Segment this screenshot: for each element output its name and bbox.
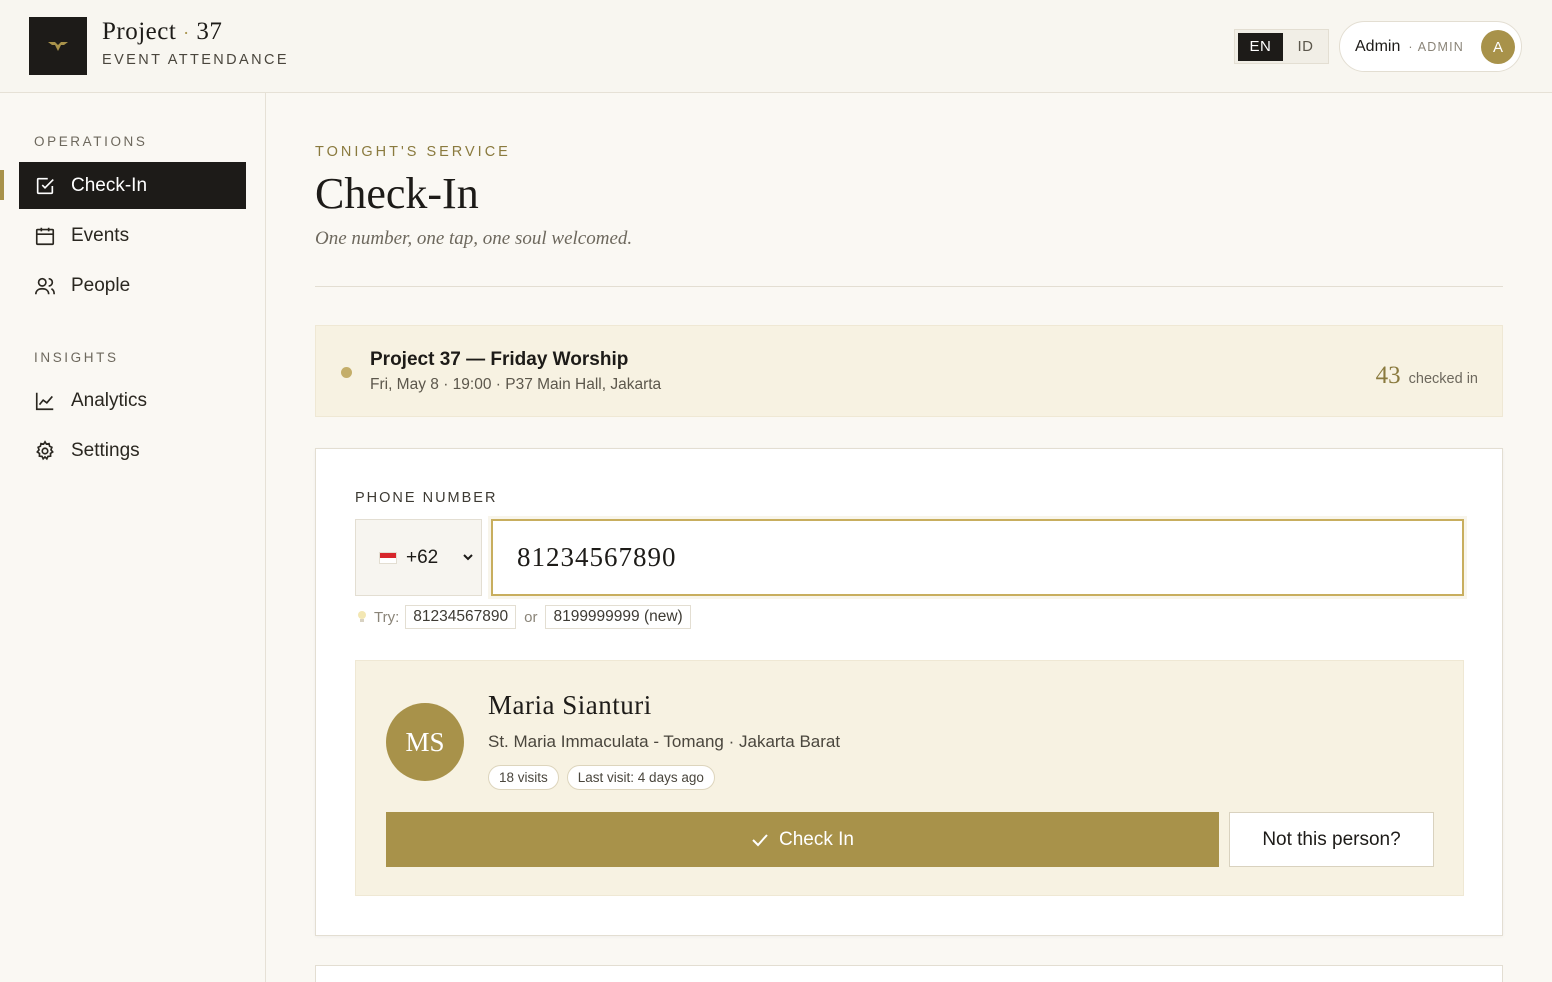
- next-section-card: [315, 965, 1503, 982]
- chart-icon: [35, 392, 54, 410]
- section-insights: INSIGHTS: [34, 350, 119, 365]
- sidebar-item-label: People: [71, 274, 131, 296]
- brand-title-number: 37: [196, 18, 223, 45]
- brand-title-text: Project: [102, 18, 177, 45]
- page-tagline: One number, one tap, one soul welcomed.: [315, 228, 633, 249]
- country-code-value: +62: [406, 546, 439, 568]
- sidebar-item-settings[interactable]: Settings: [19, 427, 246, 474]
- check-icon: [752, 833, 768, 846]
- checked-in-label: checked in: [1408, 371, 1478, 387]
- checkin-form: PHONE NUMBER +62 Try: 81234567890 or 819…: [315, 448, 1503, 936]
- person-match-card: MS Maria Sianturi St. Maria Immaculata -…: [355, 660, 1464, 896]
- phone-input[interactable]: [491, 519, 1464, 596]
- active-indicator: [0, 170, 4, 200]
- live-status-dot: [341, 367, 352, 378]
- try-hints: Try: 81234567890 or 8199999999 (new): [356, 605, 691, 629]
- checked-in-count: 43 checked in: [1376, 362, 1478, 390]
- not-this-person-button[interactable]: Not this person?: [1229, 812, 1434, 867]
- sidebar: OPERATIONS Check-In Events People INSIGH…: [0, 93, 266, 982]
- event-meta: Fri, May 8 · 19:00 · P37 Main Hall, Jaka…: [370, 376, 662, 393]
- user-menu[interactable]: Admin · ADMIN A: [1339, 21, 1522, 72]
- person-parish: St. Maria Immaculata - Tomang · Jakarta …: [488, 732, 841, 751]
- avatar: A: [1481, 30, 1515, 64]
- phone-label: PHONE NUMBER: [355, 490, 498, 506]
- page-title: Check-In: [315, 169, 479, 218]
- visits-badge: 18 visits: [488, 765, 559, 790]
- brand-title: Project · 37: [102, 18, 222, 46]
- try-or: or: [524, 608, 538, 626]
- person-avatar: MS: [386, 703, 464, 781]
- sidebar-item-label: Analytics: [71, 389, 148, 411]
- check-in-button[interactable]: Check In: [386, 812, 1219, 867]
- indonesia-flag-icon: [379, 551, 397, 564]
- sidebar-item-events[interactable]: Events: [19, 212, 246, 259]
- calendar-icon: [35, 227, 55, 245]
- sidebar-item-people[interactable]: People: [19, 262, 246, 309]
- page-eyebrow: TONIGHT'S SERVICE: [315, 144, 511, 160]
- people-icon: [35, 277, 55, 294]
- sidebar-item-label: Check-In: [71, 174, 148, 196]
- language-switcher: EN ID: [1234, 29, 1329, 64]
- gear-icon: [36, 439, 54, 460]
- sidebar-item-label: Settings: [71, 439, 140, 461]
- last-visit-badge: Last visit: 4 days ago: [566, 765, 715, 790]
- chevron-down-icon: [463, 554, 473, 561]
- try-label: Try:: [374, 608, 400, 626]
- lang-en-button[interactable]: EN: [1238, 32, 1283, 61]
- country-code-select[interactable]: +62: [355, 519, 482, 596]
- user-name: Admin: [1355, 37, 1401, 55]
- lightbulb-icon: [358, 611, 366, 622]
- logo[interactable]: [29, 17, 87, 75]
- try-example-existing[interactable]: 81234567890: [405, 605, 517, 629]
- checked-in-number: 43: [1375, 362, 1401, 389]
- brand-title-dot: ·: [183, 23, 190, 43]
- checkbox-icon: [36, 177, 54, 194]
- lang-id-button[interactable]: ID: [1286, 33, 1325, 61]
- try-example-new[interactable]: 8199999999 (new): [545, 605, 691, 629]
- top-header: Project · 37 EVENT ATTENDANCE EN ID Admi…: [0, 0, 1552, 93]
- divider: [315, 286, 1503, 287]
- person-name: Maria Sianturi: [488, 690, 652, 720]
- user-role: · ADMIN: [1408, 39, 1464, 54]
- check-in-label: Check In: [779, 828, 854, 850]
- sidebar-item-label: Events: [71, 224, 130, 246]
- event-banner: Project 37 — Friday Worship Fri, May 8 ·…: [315, 325, 1503, 417]
- person-badges: 18 visits Last visit: 4 days ago: [488, 765, 715, 790]
- brand-subtitle: EVENT ATTENDANCE: [102, 52, 289, 68]
- event-name: Project 37 — Friday Worship: [370, 349, 629, 370]
- sidebar-item-check-in[interactable]: Check-In: [19, 162, 246, 209]
- section-operations: OPERATIONS: [34, 134, 148, 149]
- sidebar-item-analytics[interactable]: Analytics: [19, 377, 246, 424]
- emblem-icon: [48, 42, 68, 51]
